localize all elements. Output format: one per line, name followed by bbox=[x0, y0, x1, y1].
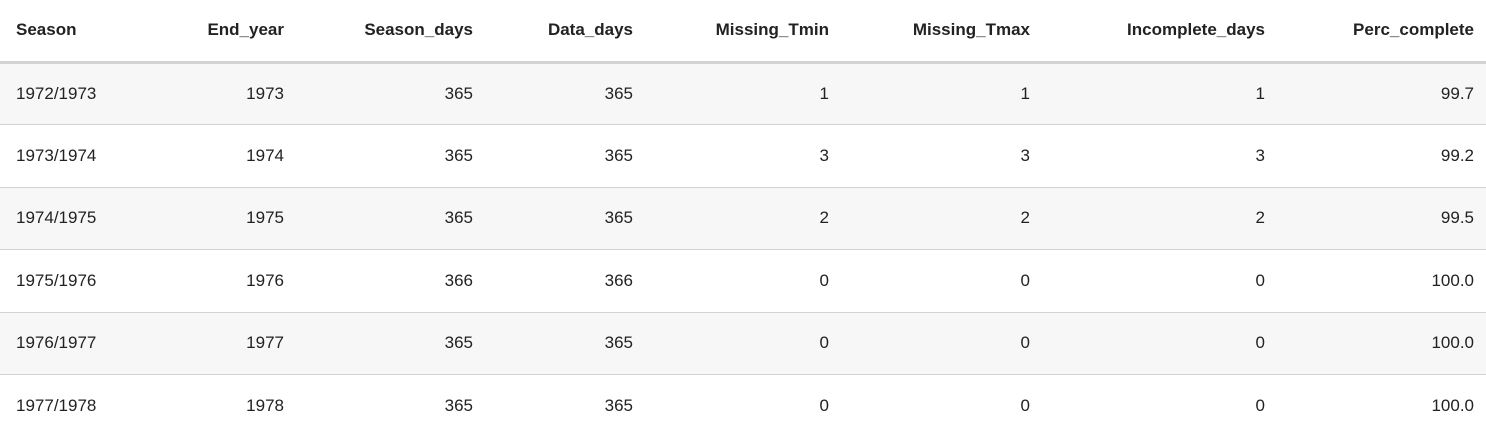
cell-season: 1974/1975 bbox=[0, 187, 150, 250]
header-row: Season End_year Season_days Data_days Mi… bbox=[0, 0, 1486, 64]
cell-incomplete-days: 0 bbox=[1042, 249, 1277, 313]
table-row: 1977/1978 1978 365 365 0 0 0 100.0 bbox=[0, 374, 1486, 432]
cell-missing-tmin: 2 bbox=[645, 187, 841, 250]
table-body: 1972/1973 1973 365 365 1 1 1 99.7 1973/1… bbox=[0, 62, 1486, 432]
column-header-end-year[interactable]: End_year bbox=[150, 0, 296, 64]
table-header: Season End_year Season_days Data_days Mi… bbox=[0, 0, 1486, 64]
column-header-missing-tmax[interactable]: Missing_Tmax bbox=[841, 0, 1042, 64]
cell-missing-tmin: 3 bbox=[645, 124, 841, 188]
cell-perc-complete: 100.0 bbox=[1277, 374, 1486, 432]
column-header-season[interactable]: Season bbox=[0, 0, 150, 64]
cell-incomplete-days: 2 bbox=[1042, 187, 1277, 250]
column-header-season-days[interactable]: Season_days bbox=[296, 0, 485, 64]
cell-data-days: 366 bbox=[485, 249, 645, 313]
cell-season-days: 365 bbox=[296, 62, 485, 125]
cell-perc-complete: 99.2 bbox=[1277, 124, 1486, 188]
cell-season-days: 366 bbox=[296, 249, 485, 313]
cell-incomplete-days: 0 bbox=[1042, 374, 1277, 432]
cell-season: 1977/1978 bbox=[0, 374, 150, 432]
cell-season: 1976/1977 bbox=[0, 312, 150, 375]
cell-incomplete-days: 0 bbox=[1042, 312, 1277, 375]
cell-perc-complete: 99.7 bbox=[1277, 62, 1486, 125]
cell-data-days: 365 bbox=[485, 62, 645, 125]
cell-end-year: 1976 bbox=[150, 249, 296, 313]
table-row: 1976/1977 1977 365 365 0 0 0 100.0 bbox=[0, 312, 1486, 375]
cell-end-year: 1974 bbox=[150, 124, 296, 188]
table-row: 1974/1975 1975 365 365 2 2 2 99.5 bbox=[0, 187, 1486, 250]
cell-missing-tmax: 0 bbox=[841, 374, 1042, 432]
cell-season-days: 365 bbox=[296, 187, 485, 250]
cell-season-days: 365 bbox=[296, 124, 485, 188]
cell-season-days: 365 bbox=[296, 374, 485, 432]
cell-data-days: 365 bbox=[485, 312, 645, 375]
cell-missing-tmin: 0 bbox=[645, 374, 841, 432]
cell-data-days: 365 bbox=[485, 374, 645, 432]
column-header-perc-complete[interactable]: Perc_complete bbox=[1277, 0, 1486, 64]
column-header-incomplete-days[interactable]: Incomplete_days bbox=[1042, 0, 1277, 64]
cell-missing-tmin: 0 bbox=[645, 249, 841, 313]
table-row: 1972/1973 1973 365 365 1 1 1 99.7 bbox=[0, 62, 1486, 125]
column-header-missing-tmin[interactable]: Missing_Tmin bbox=[645, 0, 841, 64]
column-header-data-days[interactable]: Data_days bbox=[485, 0, 645, 64]
cell-end-year: 1978 bbox=[150, 374, 296, 432]
cell-perc-complete: 100.0 bbox=[1277, 312, 1486, 375]
cell-data-days: 365 bbox=[485, 187, 645, 250]
cell-end-year: 1975 bbox=[150, 187, 296, 250]
cell-season-days: 365 bbox=[296, 312, 485, 375]
cell-end-year: 1973 bbox=[150, 62, 296, 125]
cell-missing-tmax: 0 bbox=[841, 312, 1042, 375]
table-row: 1973/1974 1974 365 365 3 3 3 99.2 bbox=[0, 124, 1486, 188]
cell-missing-tmax: 2 bbox=[841, 187, 1042, 250]
cell-missing-tmax: 1 bbox=[841, 62, 1042, 125]
cell-end-year: 1977 bbox=[150, 312, 296, 375]
cell-perc-complete: 99.5 bbox=[1277, 187, 1486, 250]
table-row: 1975/1976 1976 366 366 0 0 0 100.0 bbox=[0, 249, 1486, 313]
cell-season: 1973/1974 bbox=[0, 124, 150, 188]
cell-perc-complete: 100.0 bbox=[1277, 249, 1486, 313]
cell-incomplete-days: 3 bbox=[1042, 124, 1277, 188]
cell-data-days: 365 bbox=[485, 124, 645, 188]
cell-season: 1972/1973 bbox=[0, 62, 150, 125]
cell-missing-tmax: 3 bbox=[841, 124, 1042, 188]
cell-season: 1975/1976 bbox=[0, 249, 150, 313]
cell-incomplete-days: 1 bbox=[1042, 62, 1277, 125]
cell-missing-tmin: 1 bbox=[645, 62, 841, 125]
season-completeness-table: Season End_year Season_days Data_days Mi… bbox=[0, 0, 1486, 432]
cell-missing-tmin: 0 bbox=[645, 312, 841, 375]
cell-missing-tmax: 0 bbox=[841, 249, 1042, 313]
